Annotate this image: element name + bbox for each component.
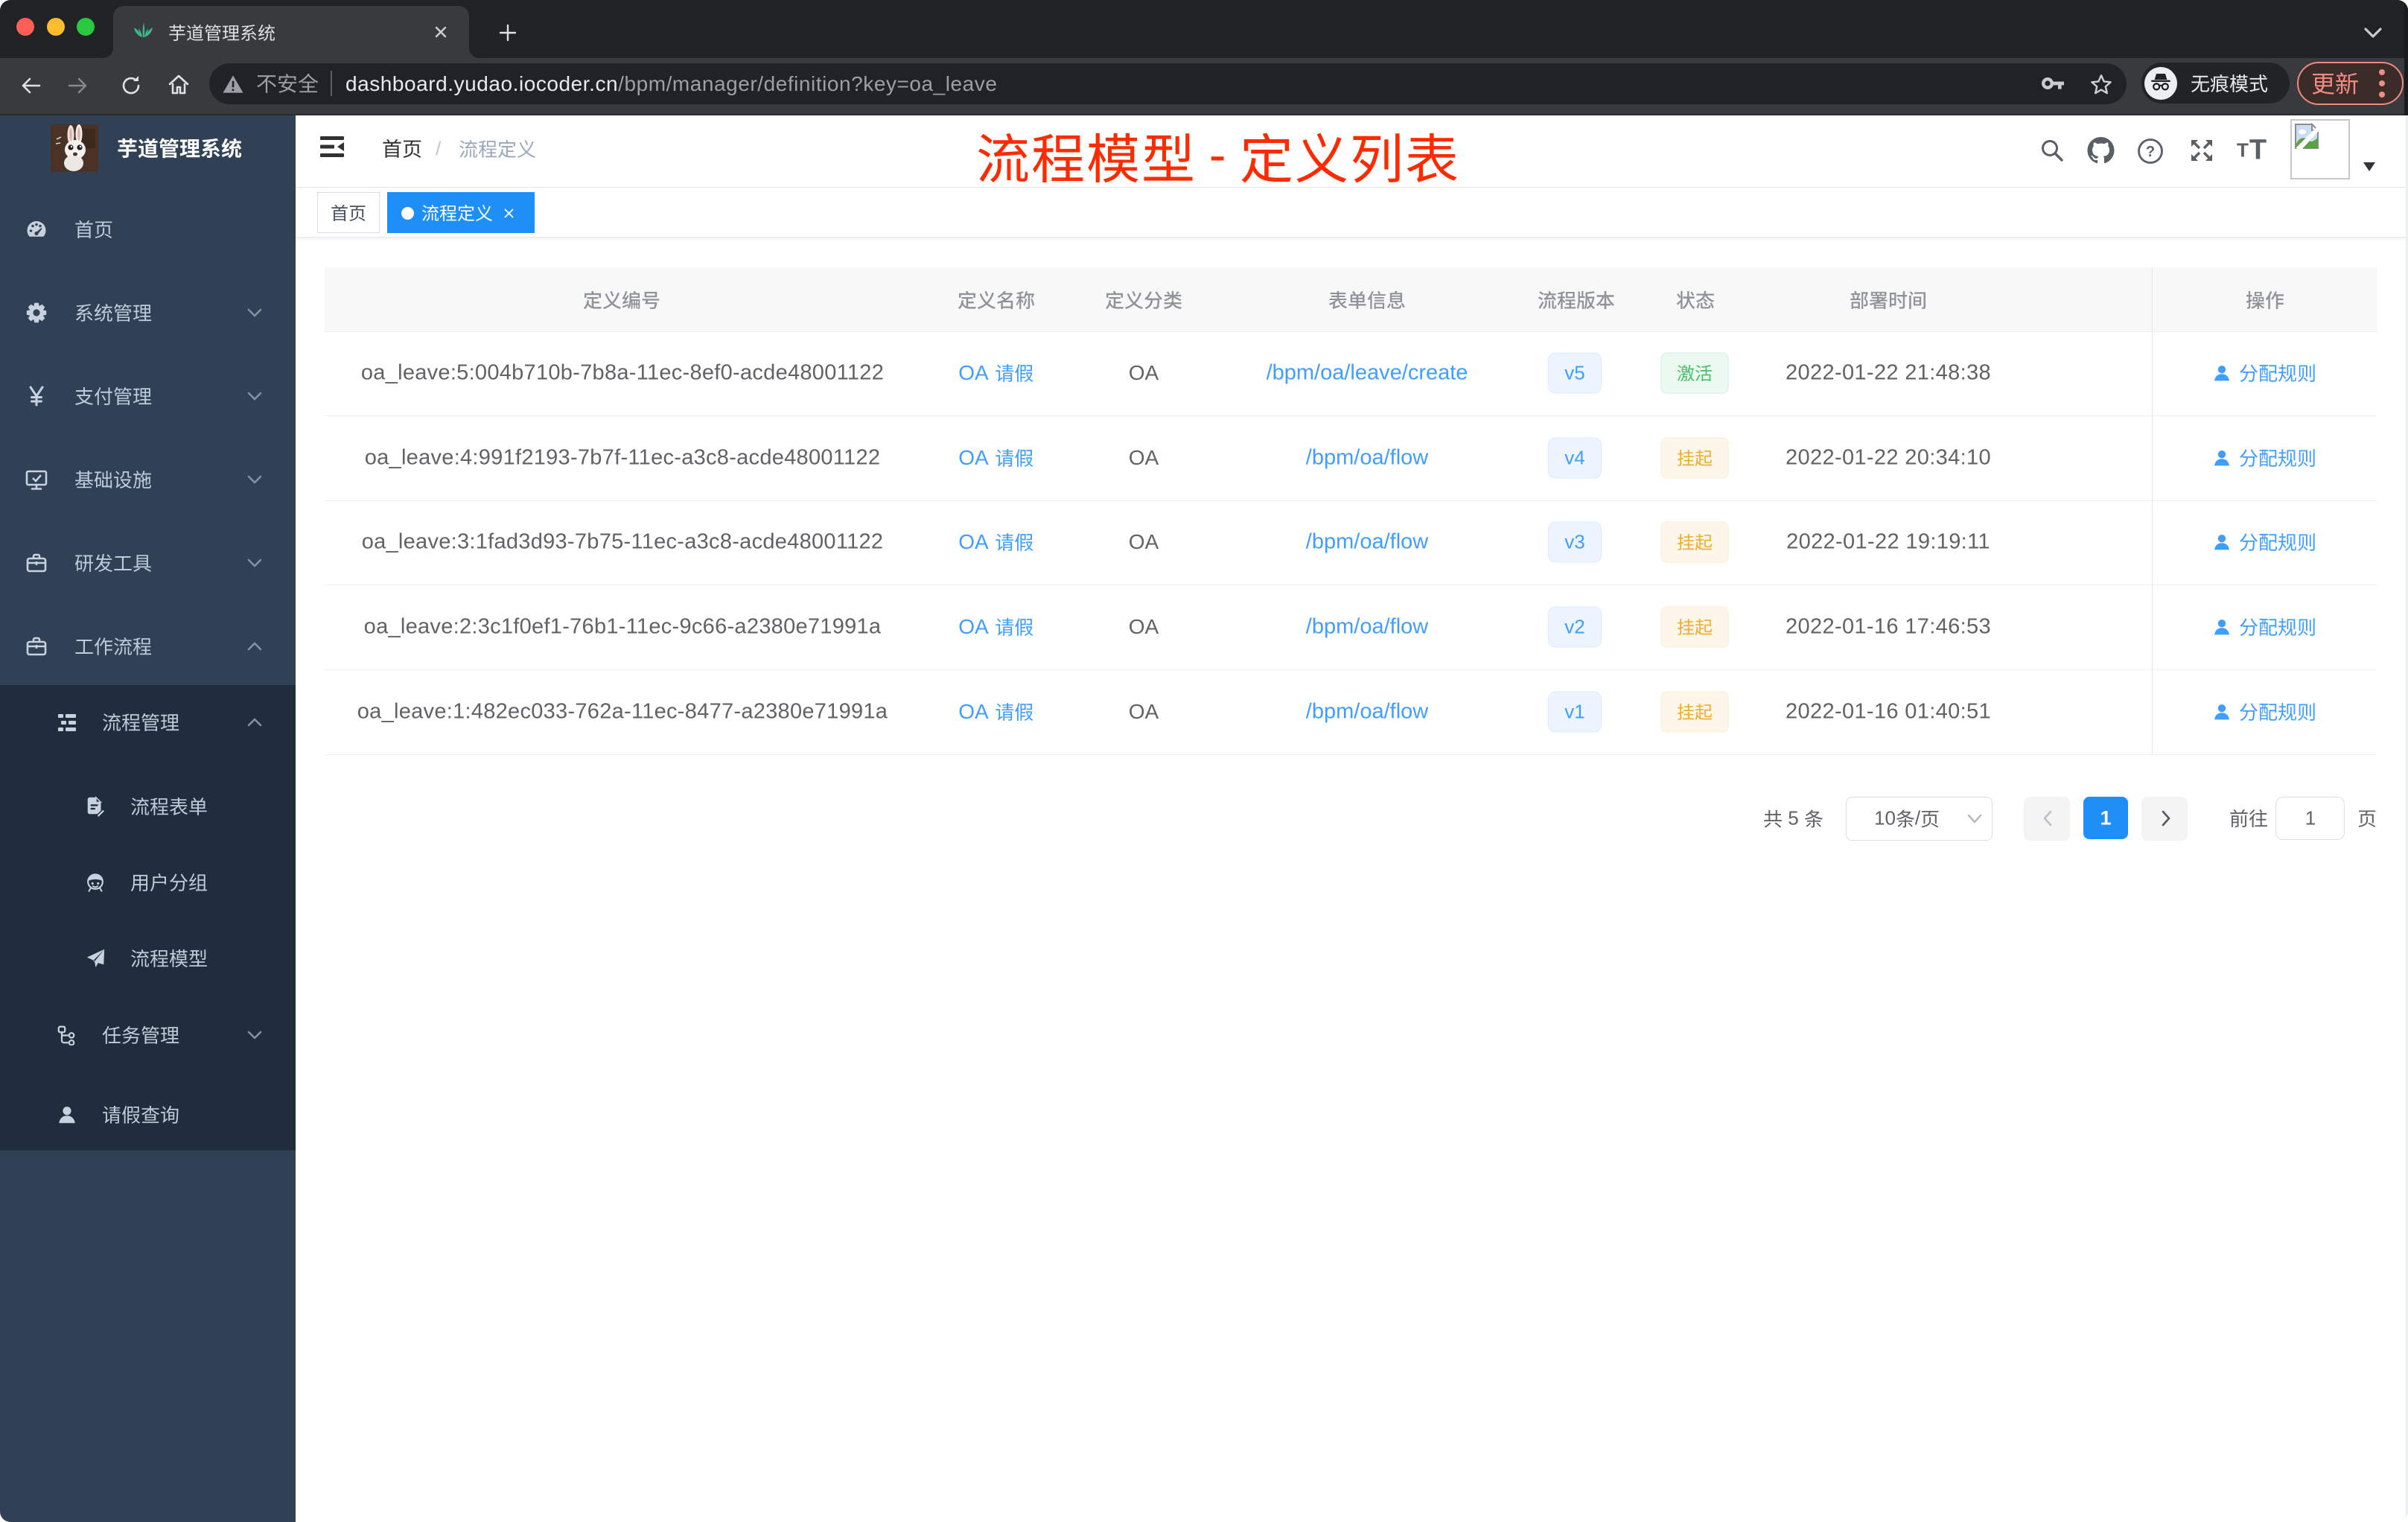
- svg-text:?: ?: [2146, 144, 2155, 160]
